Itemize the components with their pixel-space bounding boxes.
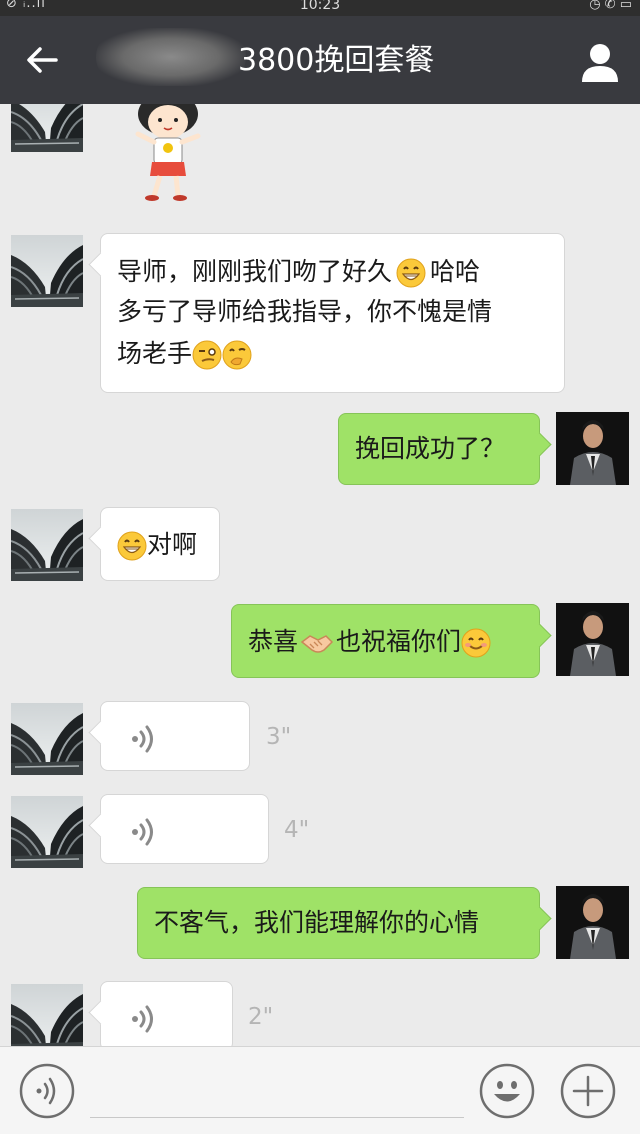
contact-avatar[interactable] (11, 235, 83, 307)
plus-icon[interactable] (560, 1063, 616, 1119)
voice-wave-icon (131, 724, 157, 754)
voice-icon[interactable] (19, 1063, 75, 1119)
message-text: 哈哈 (430, 257, 481, 286)
message-text: 多亏了导师给我指导，你不愧是情 (117, 297, 493, 326)
status-icons: ◷ ✆ ▭ (589, 0, 632, 12)
outgoing-message[interactable]: 挽回成功了？ (338, 413, 540, 485)
voice-duration: 4" (284, 817, 310, 843)
grin-emoji-icon (396, 258, 426, 288)
smile-emoji-icon (461, 628, 491, 658)
arrow-left-icon[interactable] (22, 40, 62, 80)
message-list[interactable]: 导师，刚刚我们吻了好久 哈哈 多亏了导师给我指导，你不愧是情 场老手 挽回成功了？… (0, 104, 640, 1046)
my-avatar[interactable] (556, 412, 629, 485)
voice-message[interactable] (100, 794, 269, 864)
message-input[interactable] (90, 1117, 464, 1118)
status-time: 10:23 (299, 0, 341, 13)
incoming-message[interactable]: 导师，刚刚我们吻了好久 哈哈 多亏了导师给我指导，你不愧是情 场老手 (100, 233, 565, 393)
input-bar (0, 1046, 640, 1134)
message-text: 不客气，我们能理解你的心情 (154, 908, 480, 937)
title-blur (96, 28, 246, 86)
contact-avatar[interactable] (11, 796, 83, 868)
handshake-emoji-icon (300, 628, 334, 658)
contact-avatar[interactable] (11, 984, 83, 1046)
sticker-girl[interactable] (130, 104, 210, 206)
thinking-emoji-icon (222, 340, 252, 370)
contact-avatar[interactable] (11, 104, 83, 152)
grin-emoji-icon (117, 531, 147, 561)
status-bar: ⊘ ᵢ..ıl 10:23 ◷ ✆ ▭ (0, 0, 640, 16)
smirk-emoji-icon (192, 340, 222, 370)
message-text: 也祝福你们 (336, 627, 462, 656)
chat-header: 3800挽回套餐 (0, 16, 640, 104)
contact-avatar[interactable] (11, 703, 83, 775)
voice-message[interactable] (100, 981, 233, 1046)
outgoing-message[interactable]: 恭喜 也祝福你们 (231, 604, 540, 678)
chat-title: 3800挽回套餐 (238, 43, 435, 78)
incoming-message[interactable]: 对啊 (100, 507, 220, 581)
contact-avatar[interactable] (11, 509, 83, 581)
emoji-icon[interactable] (479, 1063, 535, 1119)
my-avatar[interactable] (556, 603, 629, 676)
message-text: 挽回成功了？ (355, 434, 506, 463)
person-icon[interactable] (578, 40, 622, 84)
message-text: 对啊 (147, 530, 198, 559)
voice-message[interactable] (100, 701, 250, 771)
message-text: 恭喜 (248, 627, 299, 656)
voice-wave-icon (131, 1004, 157, 1034)
outgoing-message[interactable]: 不客气，我们能理解你的心情 (137, 887, 540, 959)
voice-duration: 3" (266, 724, 292, 750)
my-avatar[interactable] (556, 886, 629, 959)
voice-duration: 2" (248, 1004, 274, 1030)
message-text: 场老手 (117, 339, 193, 368)
voice-wave-icon (131, 817, 157, 847)
message-text: 导师，刚刚我们吻了好久 (117, 257, 393, 286)
